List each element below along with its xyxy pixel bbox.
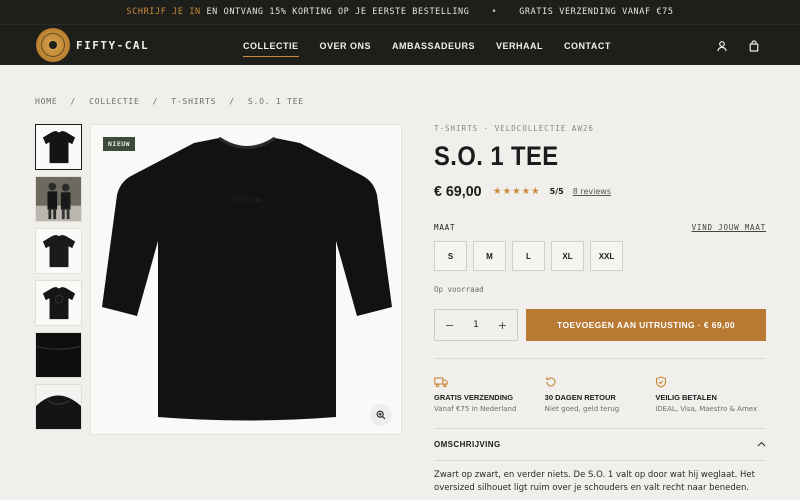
bag-icon[interactable] xyxy=(748,39,760,52)
rating-stars: ★★★★★ xyxy=(493,186,541,197)
nav-item-contact[interactable]: CONTACT xyxy=(564,25,611,66)
newsletter-signup-link[interactable]: SCHRIJF JE IN xyxy=(126,7,200,17)
breadcrumb: HOME / COLLECTIE / T-SHIRTS / S.O. 1 TEE xyxy=(35,97,304,106)
return-icon xyxy=(545,373,656,387)
breadcrumb-separator: / xyxy=(152,97,159,106)
logo[interactable]: FIFTY-CAL xyxy=(36,28,149,62)
buy-row: − 1 + TOEVOEGEN AAN UITRUSTING · € 69,00 xyxy=(434,309,766,341)
quantity-stepper: − 1 + xyxy=(434,309,518,341)
svg-text:FIFTY-CAL: FIFTY-CAL xyxy=(231,197,264,204)
nav-item-collectie[interactable]: COLLECTIE xyxy=(243,25,299,66)
size-option-l[interactable]: L xyxy=(512,241,545,271)
new-badge: NIEUW xyxy=(103,137,136,151)
divider xyxy=(434,460,766,461)
size-option-m[interactable]: M xyxy=(473,241,506,271)
size-option-xxl[interactable]: XXL xyxy=(590,241,623,271)
breadcrumb-separator: / xyxy=(70,97,77,106)
round-seal-logo xyxy=(36,28,70,62)
thumbnail-fabric-detail[interactable] xyxy=(35,332,82,378)
announcement-shipping: GRATIS VERZENDING VANAF €75 xyxy=(519,7,674,17)
usp-subtitle: Vanaf €75 in Nederland xyxy=(434,405,517,413)
main-nav: COLLECTIE OVER ONS AMBASSADEURS VERHAAL … xyxy=(243,25,611,66)
thumbnail-front[interactable] xyxy=(35,124,82,170)
quantity-increase-button[interactable]: + xyxy=(498,319,507,332)
product-title: S.O. 1 TEE xyxy=(434,141,559,171)
usp-shipping: GRATIS VERZENDING Vanaf €75 in Nederland xyxy=(434,373,545,413)
quantity-value[interactable]: 1 xyxy=(473,320,479,330)
shield-icon xyxy=(655,373,766,388)
nav-item-ambassadeurs[interactable]: AMBASSADEURS xyxy=(392,25,475,66)
nav-item-over-ons[interactable]: OVER ONS xyxy=(320,25,372,66)
size-label: MAAT xyxy=(434,223,456,232)
chevron-up-icon xyxy=(757,440,766,449)
add-to-cart-button[interactable]: TOEVOEGEN AAN UITRUSTING · € 69,00 xyxy=(526,309,766,341)
thumbnail-print[interactable] xyxy=(35,280,82,326)
thumbnail-lifestyle[interactable] xyxy=(35,176,82,222)
breadcrumb-collectie[interactable]: COLLECTIE xyxy=(89,97,140,106)
divider xyxy=(434,358,766,359)
usp-title: VEILIG BETALEN xyxy=(655,393,717,402)
size-selector: S M L XL XXL xyxy=(434,241,766,271)
header-actions xyxy=(716,25,760,66)
announcement-text: EN ONTVANG 15% KORTING OP JE EERSTE BEST… xyxy=(206,7,470,17)
main-product-image[interactable]: FIFTY-CAL NIEUW xyxy=(90,124,402,435)
thumbnail-collar-detail[interactable] xyxy=(35,384,82,430)
quantity-decrease-button[interactable]: − xyxy=(445,319,454,332)
truck-icon xyxy=(434,373,545,388)
description-heading: OMSCHRIJVING xyxy=(434,440,501,449)
product-category: T-SHIRTS · VELDCOLLECTIE AW26 xyxy=(434,124,594,133)
breadcrumb-current: S.O. 1 TEE xyxy=(247,97,305,106)
description-text: Zwart op zwart, en verder niets. De S.O.… xyxy=(434,470,755,493)
usp-title: GRATIS VERZENDING xyxy=(434,393,514,402)
size-option-s[interactable]: S xyxy=(434,241,467,271)
breadcrumb-home[interactable]: HOME xyxy=(35,97,57,106)
announcement-bar: SCHRIJF JE IN EN ONTVANG 15% KORTING OP … xyxy=(0,0,800,24)
size-header: MAAT VIND JOUW MAAT xyxy=(434,223,766,232)
announcement-separator: • xyxy=(491,7,498,17)
brand-name: FIFTY-CAL xyxy=(76,38,150,52)
stock-status: Op voorraad xyxy=(434,285,484,294)
reviews-link[interactable]: 8 reviews xyxy=(573,187,611,196)
nav-item-verhaal[interactable]: VERHAAL xyxy=(496,25,543,66)
size-guide-link[interactable]: VIND JOUW MAAT xyxy=(692,223,766,232)
usp-payment: VEILIG BETALEN iDEAL, Visa, Maestro & Am… xyxy=(655,373,766,413)
account-icon[interactable] xyxy=(716,40,728,52)
breadcrumb-separator: / xyxy=(229,97,235,106)
usp-title: 30 DAGEN RETOUR xyxy=(544,393,616,402)
rating-score: 5/5 xyxy=(549,187,564,196)
price-row: € 69,00 ★★★★★ 5/5 8 reviews xyxy=(434,183,766,200)
size-option-xl[interactable]: XL xyxy=(551,241,584,271)
usp-returns: 30 DAGEN RETOUR Niet goed, geld terug xyxy=(545,373,656,413)
product-price: € 69,00 xyxy=(434,183,482,200)
thumbnail-list xyxy=(35,124,82,430)
zoom-icon[interactable] xyxy=(370,404,392,426)
breadcrumb-t-shirts[interactable]: T-SHIRTS xyxy=(171,97,216,106)
usp-subtitle: Niet goed, geld terug xyxy=(544,405,620,413)
product-info: T-SHIRTS · VELDCOLLECTIE AW26 S.O. 1 TEE… xyxy=(434,124,766,495)
tshirt-image: FIFTY-CAL xyxy=(102,136,392,421)
thumbnail-back[interactable] xyxy=(35,228,82,274)
site-header: FIFTY-CAL COLLECTIE OVER ONS AMBASSADEUR… xyxy=(0,24,800,65)
usp-list: GRATIS VERZENDING Vanaf €75 in Nederland… xyxy=(434,373,766,413)
usp-subtitle: iDEAL, Visa, Maestro & Amex xyxy=(655,405,758,413)
description-toggle[interactable]: OMSCHRIJVING xyxy=(434,429,766,460)
